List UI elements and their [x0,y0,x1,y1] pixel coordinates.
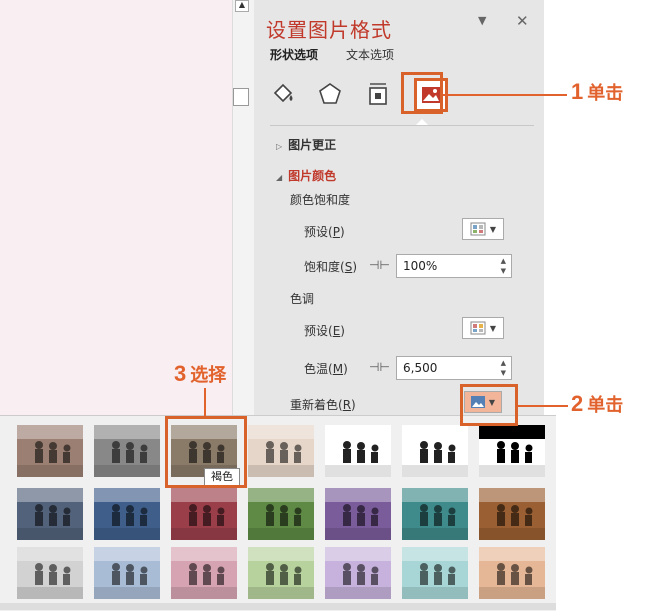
tone-heading: 色调 [290,292,315,306]
callout-line [204,388,206,416]
saturation-slider-icon[interactable]: ⊣⊢ [369,258,390,272]
scroll-thumb[interactable] [233,88,249,106]
panel-options-icon[interactable]: ▼ [478,14,486,27]
chevron-down-icon: ▼ [489,323,497,333]
highlight-recolor [460,384,518,426]
recolor-option[interactable] [17,547,83,599]
gallery-footer [0,603,556,610]
recolor-label: 重新着色(R) [290,398,356,412]
recolor-option[interactable] [402,547,468,599]
recolor-option[interactable] [479,425,545,477]
callout-line [443,94,567,96]
saturation-input[interactable]: 100% ▲ ▼ [396,254,512,278]
color-preset-icon [470,222,486,236]
tab-text-options[interactable]: 文本选项 [346,46,394,63]
section-label: 图片颜色 [288,169,337,183]
close-icon[interactable]: ✕ [516,12,529,30]
temperature-input[interactable]: 6,500 ▲ ▼ [396,356,512,380]
recolor-option[interactable] [325,547,391,599]
recolor-option[interactable] [479,488,545,540]
spin-down-icon[interactable]: ▼ [501,268,506,275]
recolor-option[interactable] [479,547,545,599]
preset-saturation-label: 预设(P) [304,225,345,239]
recolor-option[interactable] [248,488,314,540]
callout-line [518,405,568,407]
recolor-option[interactable] [94,425,160,477]
recolor-option[interactable] [94,488,160,540]
preset-tone-label: 预设(E) [304,324,345,338]
temperature-slider-icon[interactable]: ⊣⊢ [369,360,390,374]
scroll-bar[interactable]: ▲ [232,0,255,415]
highlight-picture-tab [401,72,443,114]
recolor-option[interactable] [402,488,468,540]
divider [270,125,534,126]
callout-2: 2 单击 [571,391,624,416]
recolor-option[interactable] [248,425,314,477]
recolor-option[interactable] [17,488,83,540]
slide-canvas[interactable] [0,0,232,415]
section-picture-color[interactable]: ◢ 图片颜色 [276,167,336,184]
tone-preset-dropdown[interactable]: ▼ [462,317,504,339]
recolor-option[interactable] [94,547,160,599]
chevron-down-icon: ▼ [489,224,497,234]
recolor-option[interactable] [171,547,237,599]
recolor-option[interactable] [325,488,391,540]
spin-down-icon[interactable]: ▼ [501,370,506,377]
recolor-option[interactable] [402,425,468,477]
tab-shape-options[interactable]: 形状选项 [270,46,318,63]
format-picture-panel: 设置图片格式 ▼ ✕ 形状选项 文本选项 ▷ 图片更正 ◢ 图片颜色 颜色饱和度 预… [254,0,544,415]
highlight-selected-thumb [165,416,247,488]
scroll-up-icon[interactable]: ▲ [235,0,249,12]
saturation-value: 100% [403,259,438,273]
spin-up-icon[interactable]: ▲ [501,258,506,265]
recolor-option[interactable] [171,488,237,540]
temperature-label: 色温(M) [304,362,348,376]
saturation-label: 饱和度(S) [304,260,358,274]
temperature-value: 6,500 [403,361,438,375]
expand-icon: ▷ [276,142,283,151]
callout-1: 1 单击 [571,79,624,104]
effects-icon[interactable] [314,78,346,110]
size-properties-icon[interactable] [362,78,394,110]
section-picture-correction[interactable]: ▷ 图片更正 [276,136,336,153]
recolor-option[interactable] [248,547,314,599]
saturation-preset-dropdown[interactable]: ▼ [462,218,504,240]
callout-3: 3 选择 [174,361,227,386]
recolor-option[interactable] [325,425,391,477]
collapse-icon: ◢ [276,173,283,182]
recolor-option[interactable] [17,425,83,477]
section-label: 图片更正 [288,138,337,152]
saturation-heading: 颜色饱和度 [290,193,351,207]
fill-line-icon[interactable] [268,78,300,110]
panel-title: 设置图片格式 [266,18,392,42]
spin-up-icon[interactable]: ▲ [501,360,506,367]
color-preset-icon [470,321,486,335]
